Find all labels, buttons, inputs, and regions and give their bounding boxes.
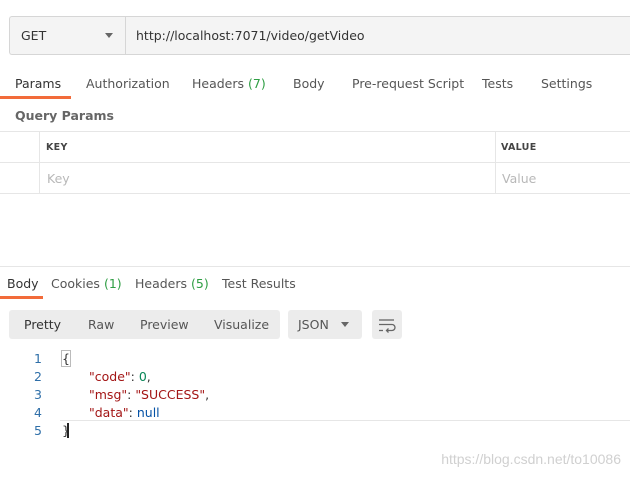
tab-label: Body bbox=[293, 76, 325, 91]
line-number: 5 bbox=[34, 423, 42, 438]
line-number: 3 bbox=[34, 387, 42, 402]
brace: { bbox=[61, 350, 71, 367]
format-select[interactable]: JSON bbox=[288, 310, 362, 339]
view-mode-group: Pretty Raw Preview Visualize bbox=[9, 310, 280, 339]
table-border bbox=[0, 193, 630, 194]
tab-label: Tests bbox=[482, 76, 514, 91]
json-key: "code" bbox=[89, 369, 131, 384]
key-input[interactable]: Key bbox=[47, 171, 70, 186]
tab-count: (1) bbox=[103, 276, 122, 291]
wrap-lines-button[interactable] bbox=[372, 310, 402, 339]
tab-count: (5) bbox=[191, 276, 209, 291]
method-value: GET bbox=[21, 28, 47, 43]
code-text: "msg": "SUCCESS", bbox=[89, 387, 210, 402]
chevron-down-icon bbox=[105, 33, 113, 38]
url-value: http://localhost:7071/video/getVideo bbox=[136, 28, 365, 43]
tab-count: (7) bbox=[248, 76, 266, 91]
url-input[interactable]: http://localhost:7071/video/getVideo bbox=[126, 17, 630, 54]
table-divider bbox=[495, 131, 496, 193]
view-preview-button[interactable]: Preview bbox=[140, 317, 189, 332]
text-cursor bbox=[67, 423, 69, 438]
view-pretty-button[interactable]: Pretty bbox=[24, 317, 61, 332]
tab-params[interactable]: Params bbox=[15, 76, 61, 91]
view-visualize-button[interactable]: Visualize bbox=[214, 317, 269, 332]
tab-label: Headers bbox=[192, 76, 245, 91]
chevron-down-icon bbox=[341, 322, 349, 327]
tab-label: Headers bbox=[135, 276, 188, 291]
json-value: 0 bbox=[138, 369, 147, 384]
watermark: https://blog.csdn.net/to10086 bbox=[441, 451, 621, 467]
response-divider bbox=[0, 266, 630, 267]
format-value: JSON bbox=[298, 317, 329, 332]
value-input[interactable]: Value bbox=[502, 171, 536, 186]
code-line: 3 "msg": "SUCCESS", bbox=[0, 387, 630, 405]
view-raw-button[interactable]: Raw bbox=[88, 317, 114, 332]
code-text: { bbox=[61, 350, 71, 367]
wrap-lines-icon bbox=[379, 319, 396, 333]
tab-label: Body bbox=[7, 276, 39, 291]
method-select[interactable]: GET bbox=[10, 17, 126, 54]
column-header-key: KEY bbox=[46, 142, 68, 153]
tab-cookies[interactable]: Cookies (1) bbox=[51, 276, 122, 291]
tab-label: Cookies bbox=[51, 276, 100, 291]
code-line: 1 { bbox=[0, 350, 630, 369]
tab-label: Authorization bbox=[86, 76, 170, 91]
table-border bbox=[0, 162, 630, 163]
tab-response-headers[interactable]: Headers (5) bbox=[135, 276, 209, 291]
code-line: 2 "code": 0, bbox=[0, 369, 630, 387]
tab-label: Pre-request Script bbox=[352, 76, 465, 91]
json-value: null bbox=[136, 405, 160, 420]
request-bar: GET http://localhost:7071/video/getVideo bbox=[9, 16, 630, 55]
line-number: 4 bbox=[34, 405, 42, 420]
tab-label: Test Results bbox=[222, 276, 296, 291]
tab-body[interactable]: Body bbox=[293, 76, 325, 91]
json-key: "msg" bbox=[89, 387, 128, 402]
code-text: "data": null bbox=[89, 405, 160, 420]
code-line: 5 } bbox=[0, 423, 630, 441]
tab-tests[interactable]: Tests bbox=[482, 76, 513, 91]
column-header-value: VALUE bbox=[501, 142, 537, 153]
active-line-border bbox=[60, 420, 630, 421]
query-params-title: Query Params bbox=[15, 108, 114, 123]
tab-pre-request-script[interactable]: Pre-request Script bbox=[352, 76, 464, 91]
code-text: "code": 0, bbox=[89, 369, 151, 384]
tab-label: Params bbox=[15, 76, 62, 91]
tab-label: Settings bbox=[541, 76, 593, 91]
tab-test-results[interactable]: Test Results bbox=[222, 276, 296, 291]
tab-settings[interactable]: Settings bbox=[541, 76, 592, 91]
tab-authorization[interactable]: Authorization bbox=[86, 76, 170, 91]
json-value: "SUCCESS" bbox=[135, 387, 206, 402]
table-divider bbox=[39, 131, 40, 193]
json-key: "data" bbox=[89, 405, 129, 420]
line-number: 2 bbox=[34, 369, 42, 384]
tab-headers[interactable]: Headers (7) bbox=[192, 76, 266, 91]
line-number: 1 bbox=[34, 351, 42, 366]
table-border bbox=[0, 131, 630, 132]
active-tab-underline bbox=[0, 296, 43, 299]
tab-response-body[interactable]: Body bbox=[7, 276, 39, 291]
active-tab-underline bbox=[0, 96, 71, 99]
